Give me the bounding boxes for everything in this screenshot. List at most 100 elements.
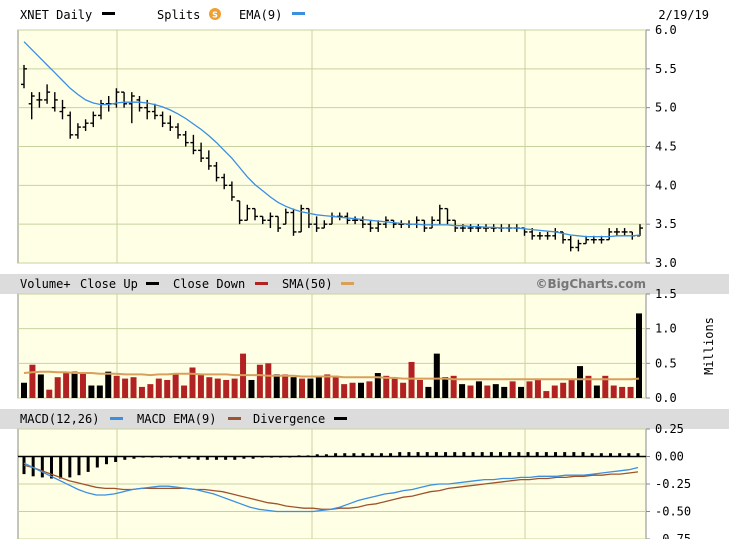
price-tick-label: 5.5	[655, 62, 677, 76]
divergence-swatch	[334, 417, 347, 420]
volume-bar	[433, 353, 440, 398]
divergence-bar	[618, 453, 622, 457]
divergence-bar	[599, 453, 603, 457]
divergence-bar	[361, 453, 365, 457]
volume-bar	[475, 381, 482, 398]
volume-bar	[509, 381, 516, 398]
divergence-bar	[214, 456, 218, 460]
volume-bar	[96, 385, 103, 398]
volume-bar	[189, 367, 196, 398]
divergence-bar	[224, 456, 228, 460]
divergence-bar	[535, 452, 539, 457]
volume-bar	[551, 385, 558, 398]
volume-bar	[534, 378, 541, 398]
volume-bar	[341, 384, 348, 398]
volume-bar	[366, 381, 373, 398]
close-down-label: Close Down	[173, 277, 245, 291]
close-up-label: Close Up	[80, 277, 138, 291]
volume-bar	[248, 379, 255, 398]
volume-bar	[501, 386, 508, 398]
divergence-bar	[508, 452, 512, 457]
divergence-bar	[178, 456, 182, 459]
divergence-bar	[205, 456, 209, 460]
price-tick-label: 4.0	[655, 178, 677, 192]
divergence-bar	[489, 452, 493, 457]
volume-bar	[526, 381, 533, 398]
volume-bar	[181, 385, 188, 398]
volume-bar	[459, 384, 466, 398]
volume-bar	[105, 371, 112, 398]
divergence-bar	[590, 453, 594, 457]
volume-bar	[88, 385, 95, 398]
volume-tick-label: 0.0	[655, 391, 677, 405]
volume-bar	[122, 378, 129, 398]
volume-header: Volume+ Close Up Close Down SMA(50) ©Big…	[0, 274, 729, 294]
volume-bar	[391, 377, 398, 398]
divergence-bar	[544, 452, 548, 457]
divergence-bar	[68, 456, 72, 478]
splits-label: Splits	[157, 8, 200, 22]
volume-bar	[138, 386, 145, 398]
volume-unit-label: Millions	[702, 317, 716, 375]
divergence-bar	[150, 456, 154, 458]
close-up-swatch	[146, 282, 159, 285]
volume-bar	[416, 379, 423, 398]
volume-bar	[79, 373, 86, 398]
volume-bar	[256, 364, 263, 398]
divergence-bar	[169, 456, 173, 458]
volume-bar	[147, 384, 154, 398]
volume-bar	[63, 373, 70, 398]
divergence-bar	[132, 456, 136, 459]
sma-label: SMA(50)	[282, 277, 333, 291]
volume-bar	[560, 382, 567, 398]
volume-bar	[349, 382, 356, 398]
volume-bar	[518, 386, 525, 398]
brand-watermark: ©BigCharts.com	[535, 277, 646, 291]
divergence-bar	[453, 452, 457, 457]
volume-tick-label: 1.5	[655, 287, 677, 301]
macd-tick-label: 0.25	[655, 422, 684, 436]
divergence-bar	[279, 456, 283, 458]
divergence-bar	[425, 452, 429, 457]
volume-panel: 0.0 0.5 1.0 1.5 Millions	[17, 287, 716, 405]
volume-bar	[37, 374, 44, 398]
divergence-bar	[123, 456, 127, 460]
volume-bar	[610, 385, 617, 398]
macd-header-bg	[0, 409, 729, 429]
divergence-bar	[141, 456, 145, 458]
volume-bar	[332, 375, 339, 398]
divergence-bar	[297, 455, 301, 457]
volume-bar	[467, 385, 474, 398]
volume-tick-label: 0.5	[655, 356, 677, 370]
divergence-bar	[288, 456, 292, 458]
volume-bar	[172, 373, 179, 398]
volume-bar	[324, 374, 331, 398]
volume-plot-area	[17, 293, 647, 399]
divergence-bar	[416, 452, 420, 457]
divergence-bar	[59, 456, 63, 479]
price-tick-label: 6.0	[655, 23, 677, 37]
volume-bar	[627, 386, 634, 398]
ema-legend-swatch	[292, 12, 305, 15]
ticker-legend-swatch	[102, 12, 115, 15]
volume-bar	[54, 377, 61, 398]
volume-y-axis: 0.0 0.5 1.0 1.5	[646, 287, 677, 405]
volume-bar	[21, 382, 27, 398]
divergence-bar	[343, 453, 347, 457]
divergence-bar	[196, 456, 200, 460]
price-tick-label: 4.5	[655, 140, 677, 154]
divergence-bar	[636, 453, 640, 457]
divergence-bar	[517, 452, 521, 457]
macd-label: MACD(12,26)	[20, 412, 99, 426]
date-label: 2/19/19	[658, 8, 709, 22]
divergence-bar	[40, 456, 44, 478]
divergence-bar	[104, 456, 108, 465]
divergence-bar	[572, 452, 576, 457]
divergence-bar	[554, 452, 558, 457]
divergence-bar	[563, 452, 567, 457]
sma-swatch	[341, 282, 354, 285]
macd-swatch	[110, 417, 123, 420]
volume-bar	[155, 378, 162, 398]
price-panel: 3.0 3.5 4.0 4.5 5.0 5.5 6.0	[17, 23, 677, 270]
price-header: XNET Daily Splits S EMA(9) 2/19/19	[0, 0, 729, 30]
